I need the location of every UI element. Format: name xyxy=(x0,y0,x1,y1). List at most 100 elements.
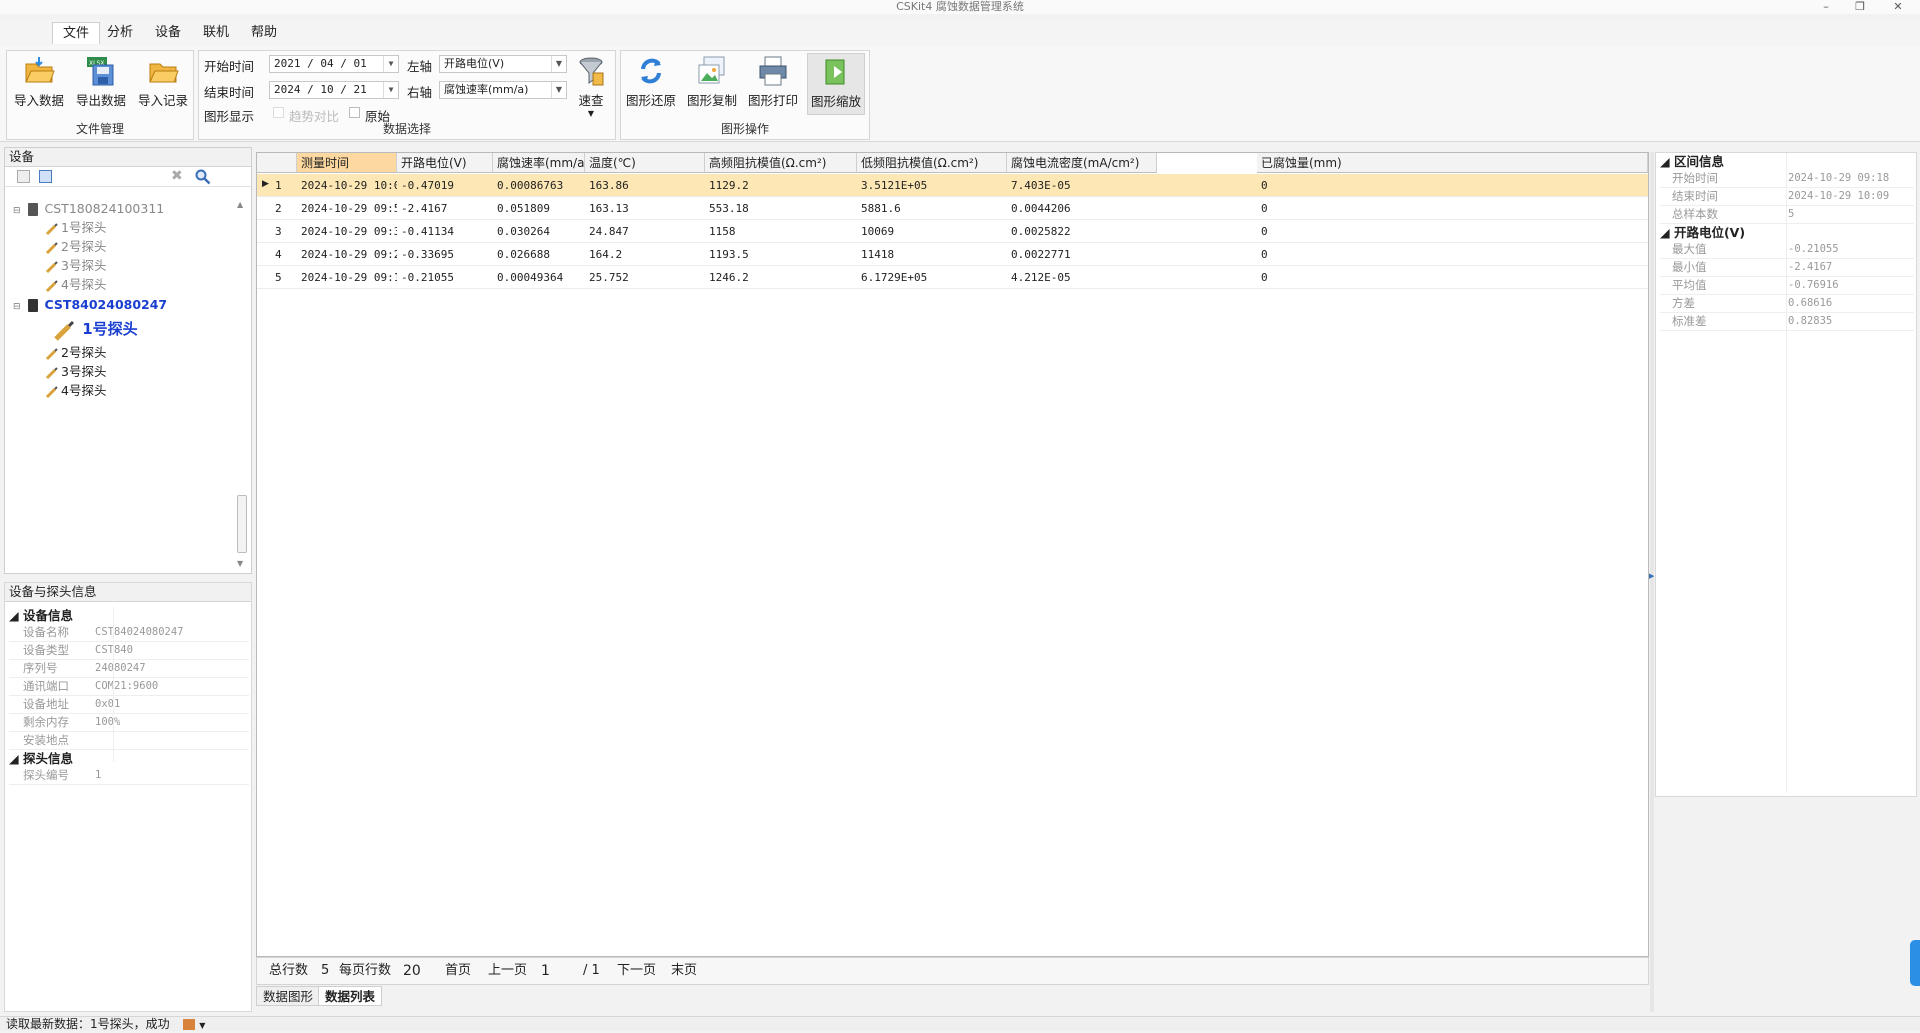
table-cell[interactable]: 0 xyxy=(1257,243,1648,266)
property-row[interactable]: 最小值 -2.4167 xyxy=(1660,259,1914,277)
splitter[interactable]: ▶ xyxy=(1649,152,1654,1012)
minimize-button[interactable]: – xyxy=(1814,0,1838,14)
property-row[interactable]: 方差 0.68616 xyxy=(1660,295,1914,313)
tree-probe-selected[interactable]: 1号探头 xyxy=(53,316,138,342)
tree-probe[interactable]: 4号探头 xyxy=(45,276,106,294)
range-info-category[interactable]: ◢ 区间信息 xyxy=(1660,153,1914,170)
column-header[interactable]: 测量时间 xyxy=(297,153,397,173)
property-row[interactable]: 总样本数 5 xyxy=(1660,206,1914,224)
table-cell[interactable]: -0.47019 xyxy=(397,174,493,197)
table-cell[interactable]: 1246.2 xyxy=(705,266,857,289)
property-row[interactable]: 标准差 0.82835 xyxy=(1660,313,1914,331)
probe-info-category[interactable]: ◢ 探头信息 xyxy=(9,750,249,767)
table-cell[interactable]: 5881.6 xyxy=(857,197,1007,220)
column-header[interactable]: 开路电位(V) xyxy=(397,153,493,173)
per-page-value[interactable]: 20 xyxy=(403,958,421,984)
table-cell[interactable]: 0.0044206 xyxy=(1007,197,1157,220)
table-cell[interactable]: 163.86 xyxy=(585,174,705,197)
maximize-button[interactable]: ❐ xyxy=(1848,0,1872,14)
tree-probe[interactable]: 1号探头 xyxy=(45,219,106,237)
property-row[interactable]: 平均值 -0.76916 xyxy=(1660,277,1914,295)
tab-data-graph[interactable]: 数据图形 xyxy=(256,986,321,1006)
table-cell[interactable]: 10069 xyxy=(857,220,1007,243)
end-date-field[interactable]: 2024 / 10 / 21 ▼ xyxy=(269,81,399,99)
property-row[interactable]: 开始时间 2024-10-29 09:18 xyxy=(1660,170,1914,188)
import-data-button[interactable]: 导入数据 xyxy=(11,53,67,115)
tree-expander-icon[interactable]: ⊟ xyxy=(13,206,21,216)
table-cell[interactable]: 0.00049364 xyxy=(493,266,585,289)
close-button[interactable]: ✕ xyxy=(1886,0,1910,14)
graph-print-button[interactable]: 图形打印 xyxy=(745,53,801,115)
table-cell[interactable]: 0.051809 xyxy=(493,197,585,220)
menu-analysis[interactable]: 分析 xyxy=(97,22,143,44)
table-row[interactable]: 5 2024-10-29 09:18:26-0.210550.0004936425… xyxy=(257,266,1648,289)
side-scroll-indicator[interactable] xyxy=(1910,940,1920,986)
table-cell[interactable]: -0.33695 xyxy=(397,243,493,266)
property-row[interactable]: 剩余内存 100% xyxy=(9,714,249,732)
tree-probe[interactable]: 3号探头 xyxy=(45,363,106,381)
table-row[interactable]: 2 2024-10-29 09:50:04-2.41670.051809163.1… xyxy=(257,197,1648,220)
next-page-button[interactable]: 下一页 xyxy=(617,958,656,984)
property-row[interactable]: 安装地点 xyxy=(9,732,249,750)
search-icon[interactable] xyxy=(195,169,211,185)
scroll-thumb[interactable] xyxy=(237,495,247,553)
last-page-button[interactable]: 末页 xyxy=(671,958,697,984)
first-page-button[interactable]: 首页 xyxy=(445,958,471,984)
table-cell[interactable]: -0.21055 xyxy=(397,266,493,289)
column-header[interactable]: 已腐蚀量(mm) xyxy=(1257,153,1648,173)
table-cell[interactable]: 3.5121E+05 xyxy=(857,174,1007,197)
column-header[interactable]: 高频阻抗模值(Ω.cm²) xyxy=(705,153,857,173)
table-cell[interactable]: 0 xyxy=(1257,197,1648,220)
property-row[interactable]: 通讯端口 COM21:9600 xyxy=(9,678,249,696)
table-cell[interactable]: 163.13 xyxy=(585,197,705,220)
property-row[interactable]: 设备类型CST840 xyxy=(9,642,249,660)
log-icon[interactable] xyxy=(183,1019,196,1030)
table-cell[interactable]: 2024-10-29 09:37:34 xyxy=(297,220,397,243)
column-header[interactable]: 低频阻抗模值(Ω.cm²) xyxy=(857,153,1007,173)
ocp-category[interactable]: ◢ 开路电位(V) xyxy=(1660,224,1914,241)
table-cell[interactable]: -2.4167 xyxy=(397,197,493,220)
table-cell[interactable]: 2024-10-29 09:18:26 xyxy=(297,266,397,289)
chevron-down-icon[interactable]: ▼ xyxy=(383,56,398,72)
table-cell[interactable]: 0.0025822 xyxy=(1007,220,1157,243)
tree-probe[interactable]: 2号探头 xyxy=(45,344,106,362)
table-cell[interactable]: 2024-10-29 09:24:32 xyxy=(297,243,397,266)
chevron-down-icon[interactable]: ▼ xyxy=(551,82,566,98)
prev-page-button[interactable]: 上一页 xyxy=(488,958,527,984)
menu-help[interactable]: 帮助 xyxy=(241,22,287,44)
graph-restore-button[interactable]: 图形还原 xyxy=(623,53,679,115)
table-cell[interactable]: 25.752 xyxy=(585,266,705,289)
start-date-field[interactable]: 2021 / 04 / 01 ▼ xyxy=(269,55,399,73)
tab-data-list[interactable]: 数据列表 xyxy=(318,986,383,1006)
property-row[interactable]: 探头编号 1 xyxy=(9,767,249,785)
table-cell[interactable]: 0.030264 xyxy=(493,220,585,243)
table-cell[interactable]: 0.0022771 xyxy=(1007,243,1157,266)
page-input[interactable]: 1 xyxy=(541,958,577,984)
graph-copy-button[interactable]: 图形复制 xyxy=(684,53,740,115)
table-cell[interactable]: 553.18 xyxy=(705,197,857,220)
table-cell[interactable]: 0.00086763 xyxy=(493,174,585,197)
tree-device-1[interactable]: ⊟ CST180824100311 xyxy=(13,200,164,218)
column-header[interactable]: 腐蚀电流密度(mA/cm²) xyxy=(1007,153,1157,173)
column-header[interactable]: 温度(℃) xyxy=(585,153,705,173)
table-cell[interactable]: -0.41134 xyxy=(397,220,493,243)
menu-online[interactable]: 联机 xyxy=(193,22,239,44)
tree-probe[interactable]: 3号探头 xyxy=(45,257,106,275)
table-cell[interactable]: 0.026688 xyxy=(493,243,585,266)
filter-button[interactable]: 速查 ▼ xyxy=(571,53,611,118)
chevron-down-icon[interactable]: ▼ xyxy=(571,109,611,118)
raw-checkbox[interactable] xyxy=(349,107,360,118)
table-cell[interactable]: 1158 xyxy=(705,220,857,243)
scroll-up-icon[interactable]: ▲ xyxy=(237,200,243,209)
property-row[interactable]: 设备名称 CST84024080247 xyxy=(9,624,249,642)
table-cell[interactable]: 6.1729E+05 xyxy=(857,266,1007,289)
table-cell[interactable]: 164.2 xyxy=(585,243,705,266)
chevron-down-icon[interactable]: ▼ xyxy=(551,56,566,72)
tree-device-2[interactable]: ⊟ CST84024080247 xyxy=(13,296,167,314)
import-record-button[interactable]: 导入记录 xyxy=(135,53,191,115)
column-header[interactable]: 腐蚀速率(mm/a) xyxy=(493,153,585,173)
table-row[interactable]: 3 2024-10-29 09:37:34-0.411340.03026424.8… xyxy=(257,220,1648,243)
table-cell[interactable]: 0 xyxy=(1257,220,1648,243)
export-data-button[interactable]: XLSX 导出数据 xyxy=(73,53,129,115)
table-row[interactable]: 1▶2024-10-29 10:09:40-0.470190.000867631… xyxy=(257,174,1648,197)
